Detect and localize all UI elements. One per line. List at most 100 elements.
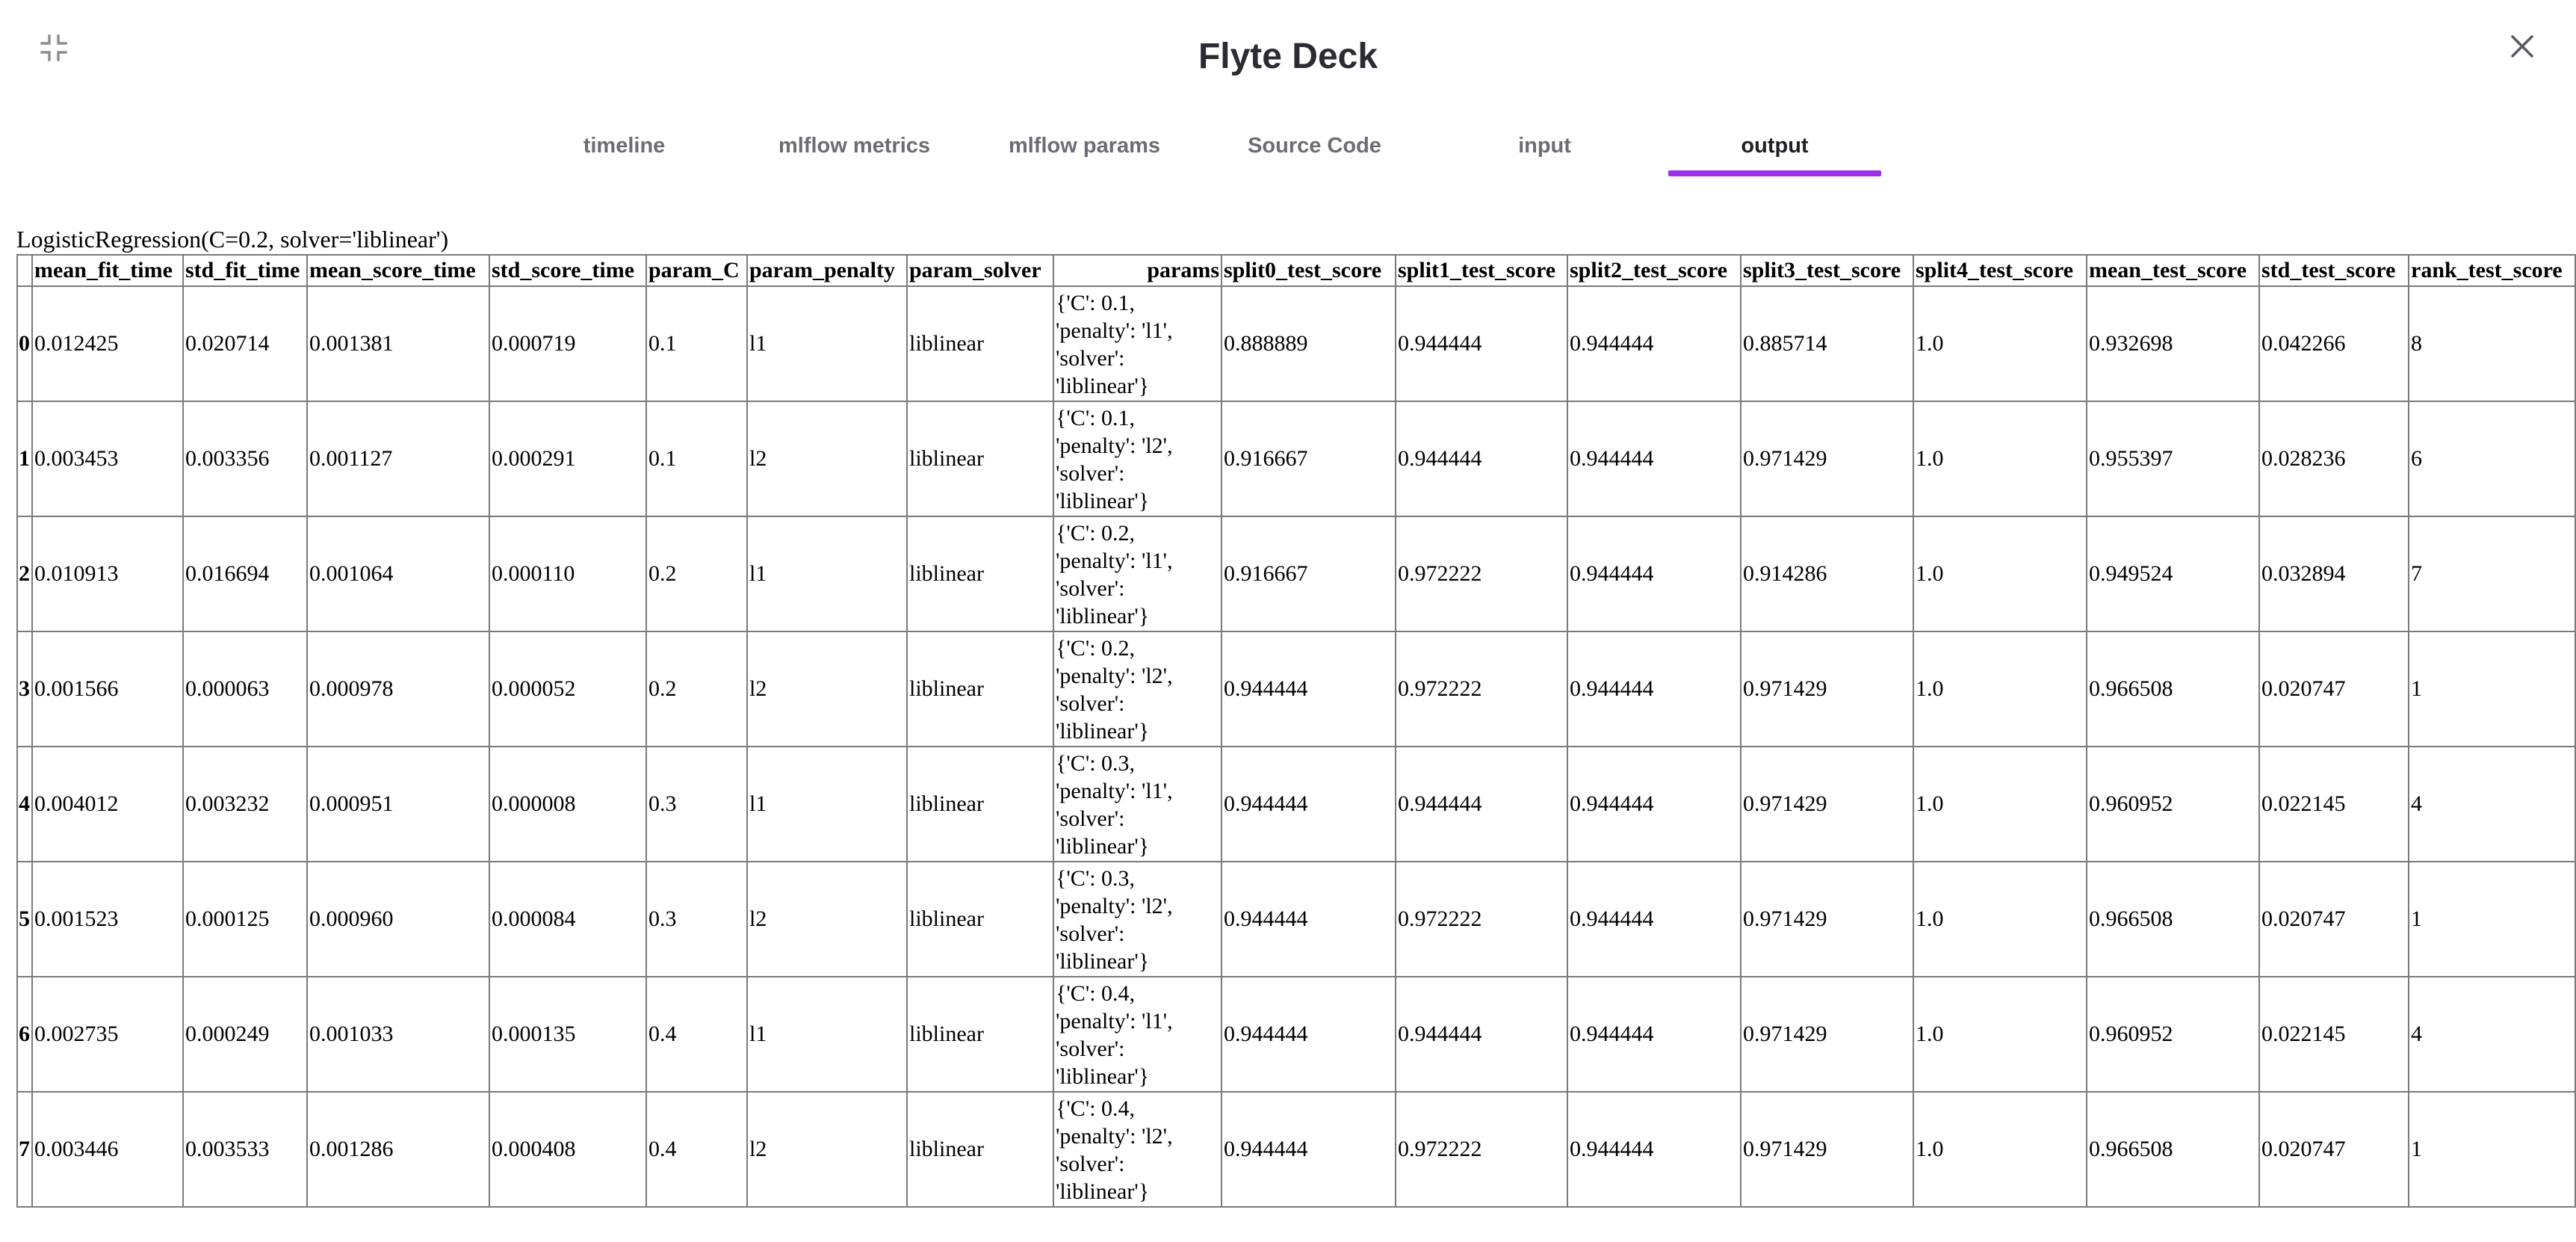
cell-split4-test-score: 1.0 [1913,976,2087,1093]
cell-split1-test-score: 0.972222 [1395,1091,1568,1208]
cell-param-penalty: l1 [746,516,908,632]
tab-output[interactable]: output [1668,127,1881,176]
cell-std-fit-time: 0.003232 [182,746,308,862]
tab-source-code[interactable]: Source Code [1208,127,1421,176]
cell-std-score-time: 0.000135 [489,976,647,1093]
cell-split0-test-score: 0.888889 [1221,285,1396,402]
cell-split0-test-score: 0.944444 [1221,976,1396,1093]
params-line: 'solver': [1056,1036,1125,1061]
row-index: 1 [16,401,33,517]
cell-split3-test-score: 0.971429 [1740,631,1914,747]
params-line: 'penalty': 'l2', [1056,894,1173,918]
cell-std-fit-time: 0.020714 [182,285,308,402]
cell-mean-fit-time: 0.003446 [31,1091,184,1208]
cell-params: {'C': 0.2, 'penalty': 'l2', 'solver': 'libl… [1053,631,1222,747]
cell-param-C: 0.1 [645,401,748,517]
cell-split1-test-score: 0.944444 [1395,976,1568,1093]
cell-split2-test-score: 0.944444 [1567,861,1741,977]
column-header: param_C [645,254,748,287]
cell-split3-test-score: 0.971429 [1740,401,1914,517]
cell-param-solver: liblinear [906,976,1054,1093]
cell-param-solver: liblinear [906,1091,1054,1208]
cell-param-solver: liblinear [906,516,1054,632]
cell-split3-test-score: 0.971429 [1740,976,1914,1093]
cell-std-test-score: 0.028236 [2258,401,2409,517]
tab-mlflow-params[interactable]: mlflow params [978,127,1191,176]
table-row: 5 0.001523 0.000125 0.000960 0.000084 0.3 l2 li… [16,861,2576,977]
params-line: 'solver': [1056,576,1125,601]
cell-rank-test-score: 1 [2408,631,2576,747]
cell-std-score-time: 0.000008 [489,746,647,862]
tab-timeline[interactable]: timeline [518,127,731,176]
cell-mean-test-score: 0.966508 [2086,1091,2260,1208]
cell-mean-fit-time: 0.002735 [31,976,184,1093]
cell-split3-test-score: 0.885714 [1740,285,1914,402]
cell-param-C: 0.3 [645,861,748,977]
cell-split3-test-score: 0.914286 [1740,516,1914,632]
cell-params: {'C': 0.4, 'penalty': 'l2', 'solver': 'libl… [1053,1091,1222,1208]
row-index: 4 [16,746,33,862]
cell-std-score-time: 0.000052 [489,631,647,747]
cell-param-C: 0.2 [645,516,748,632]
model-caption: LogisticRegression(C=0.2, solver='liblin… [16,226,449,253]
tab-mlflow-metrics[interactable]: mlflow metrics [748,127,961,176]
cell-mean-score-time: 0.001127 [306,401,490,517]
params-line: {'C': 0.4, [1056,1096,1136,1121]
cell-mean-fit-time: 0.012425 [31,285,184,402]
column-header: params [1053,254,1222,287]
table-row: 0 0.012425 0.020714 0.001381 0.000719 0.1 l1 li… [16,285,2576,402]
cell-params: {'C': 0.1, 'penalty': 'l2', 'solver': 'libl… [1053,401,1222,517]
close-icon [2511,35,2533,58]
cell-split2-test-score: 0.944444 [1567,401,1741,517]
cell-std-fit-time: 0.000063 [182,631,308,747]
params-line: 'liblinear'} [1056,604,1150,628]
params-line: 'penalty': 'l2', [1056,433,1173,458]
cell-mean-test-score: 0.960952 [2086,746,2260,862]
params-line: 'solver': [1056,806,1125,831]
params-line: 'penalty': 'l2', [1056,1124,1173,1149]
row-index: 6 [16,976,33,1093]
cell-split4-test-score: 1.0 [1913,861,2087,977]
cell-split3-test-score: 0.971429 [1740,1091,1914,1208]
cell-rank-test-score: 1 [2408,861,2576,977]
cell-rank-test-score: 8 [2408,285,2576,402]
cell-param-penalty: l2 [746,861,908,977]
cell-mean-score-time: 0.000960 [306,861,490,977]
cell-param-C: 0.3 [645,746,748,862]
cell-mean-score-time: 0.001064 [306,516,490,632]
cell-param-C: 0.2 [645,631,748,747]
params-line: 'liblinear'} [1056,1064,1150,1089]
cell-split0-test-score: 0.944444 [1221,861,1396,977]
cell-rank-test-score: 7 [2408,516,2576,632]
cell-param-penalty: l1 [746,285,908,402]
params-line: {'C': 0.1, [1056,291,1136,315]
column-header: split2_test_score [1567,254,1741,287]
row-index: 0 [16,285,33,402]
cell-param-solver: liblinear [906,861,1054,977]
table-row: 6 0.002735 0.000249 0.001033 0.000135 0.4 l1 li… [16,976,2576,1093]
row-index: 3 [16,631,33,747]
cell-split4-test-score: 1.0 [1913,516,2087,632]
deck-title: Flyte Deck [1198,37,1378,76]
params-line: 'penalty': 'l1', [1056,1009,1173,1034]
cell-mean-score-time: 0.001381 [306,285,490,402]
column-header [16,254,33,287]
cell-mean-test-score: 0.955397 [2086,401,2260,517]
cell-mean-fit-time: 0.004012 [31,746,184,862]
cell-std-score-time: 0.000408 [489,1091,647,1208]
close-button[interactable] [2507,31,2537,61]
cell-split2-test-score: 0.944444 [1567,631,1741,747]
params-line: 'penalty': 'l1', [1056,779,1173,803]
cell-mean-score-time: 0.000978 [306,631,490,747]
cell-mean-test-score: 0.932698 [2086,285,2260,402]
params-line: 'liblinear'} [1056,834,1150,859]
cell-std-score-time: 0.000084 [489,861,647,977]
cell-split2-test-score: 0.944444 [1567,285,1741,402]
cell-mean-fit-time: 0.010913 [31,516,184,632]
cell-std-score-time: 0.000291 [489,401,647,517]
column-header: mean_fit_time [31,254,184,287]
table-header-row: mean_fit_time std_fit_time mean_score_ti… [16,254,2576,287]
cell-std-fit-time: 0.000125 [182,861,308,977]
column-header: split1_test_score [1395,254,1568,287]
tab-input[interactable]: input [1438,127,1651,176]
